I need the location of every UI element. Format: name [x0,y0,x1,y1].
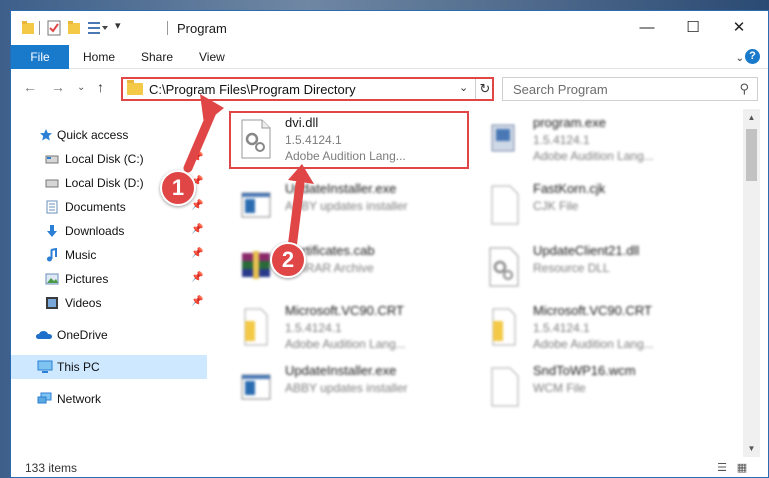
arrow-two [287,179,305,253]
callout-two: 2 [270,242,306,278]
annotation-arrows [183,94,314,253]
callout-one: 1 [160,170,196,206]
arrow-two-head [288,164,314,184]
